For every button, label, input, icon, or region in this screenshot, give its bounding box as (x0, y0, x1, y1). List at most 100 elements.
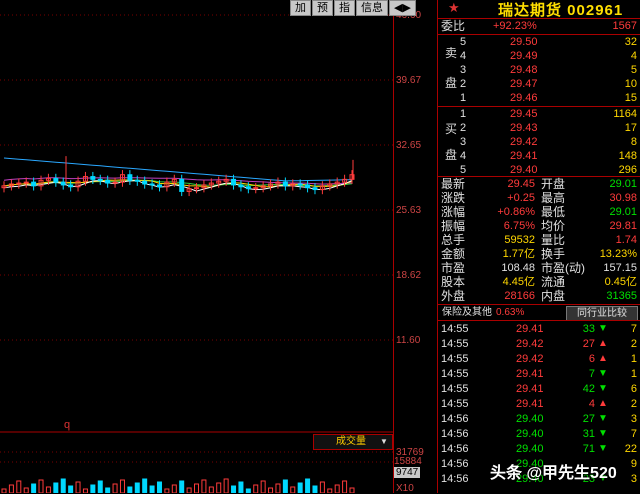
tick-row: 14:55 29.41 7 ▼ 1 (438, 367, 640, 381)
tick-price: 29.42 (516, 353, 544, 365)
candle-body (149, 183, 155, 186)
sell-level-row[interactable]: 3 29.48 5 (438, 63, 640, 77)
volume-axis-label: 9747 (394, 467, 421, 478)
level-price: 29.45 (510, 108, 538, 120)
price-axis-label: 32.65 (396, 140, 422, 151)
sell-level-row[interactable]: 5 29.50 32 (438, 35, 640, 49)
sell-level-row[interactable]: 1 29.46 15 (438, 91, 640, 105)
candle-body (305, 184, 311, 189)
toolbar-toggle-panel-button[interactable]: ◀▶ (389, 0, 416, 16)
tick-time: 14:56 (441, 443, 469, 455)
toolbar-alert-button[interactable]: 预 (312, 0, 333, 16)
stat-value: 29.01 (609, 178, 637, 190)
price-axis-label: 11.60 (396, 335, 421, 346)
toolbar-info-button[interactable]: 信息 (356, 0, 388, 16)
tick-count: 9 (630, 458, 637, 470)
tick-time: 14:55 (441, 353, 469, 365)
star-icon[interactable]: ★ (448, 0, 460, 16)
stat-value: 108.48 (501, 262, 535, 274)
stat-label: 流通 (541, 275, 566, 289)
buy-level-row[interactable]: 4 29.41 148 (438, 149, 640, 163)
arrow-up-icon: ▲ (598, 398, 608, 409)
sector-tabs: 保险及其他 0.63% 同行业比较 (438, 306, 640, 321)
volume-bar (208, 486, 214, 493)
toolbar-indicator-button[interactable]: 指 (334, 0, 355, 16)
arrow-down-icon: ▼ (598, 443, 608, 454)
tick-time: 14:55 (441, 368, 469, 380)
volume-bar (45, 486, 51, 493)
tab-industry-compare[interactable]: 同行业比较 (566, 306, 638, 321)
stat-label: 总手 (441, 233, 466, 247)
candle-body (142, 180, 148, 185)
stat-label: 涨幅 (441, 205, 466, 219)
sell-level-row[interactable]: 2 29.47 10 (438, 77, 640, 91)
volume-bar (53, 482, 59, 493)
tick-price: 29.42 (516, 338, 544, 350)
price-chart-svg[interactable] (0, 0, 394, 493)
volume-bar (68, 485, 74, 493)
candle-body (23, 181, 29, 184)
candle-body (134, 179, 140, 182)
buy-level-row[interactable]: 1 29.45 1164 (438, 107, 640, 121)
tick-time: 14:55 (441, 383, 469, 395)
kline-chart-area[interactable] (0, 0, 394, 493)
price-axis-label: 39.67 (396, 75, 422, 86)
buy-level-row[interactable]: 3 29.42 8 (438, 135, 640, 149)
quote-panel: ★ 瑞达期货 002961 委比 +92.23% 1567 卖 盘 5 29.50… (437, 0, 640, 493)
level-price: 29.46 (510, 92, 538, 104)
volume-bar (16, 480, 22, 493)
tick-row: 14:55 29.41 33 ▼ 7 (438, 322, 640, 336)
tick-row: 14:56 29.40 27 ▼ 3 (438, 412, 640, 426)
volume-indicator-select[interactable]: 成交量 ▼ (313, 434, 393, 450)
volume-bar (179, 480, 185, 493)
buy-level-row[interactable]: 2 29.43 17 (438, 121, 640, 135)
stat-row: 涨幅 +0.86% 最低 29.01 (438, 205, 640, 219)
level-number: 2 (460, 122, 467, 134)
tab-sector[interactable]: 保险及其他 (442, 306, 492, 319)
tick-price: 29.41 (516, 368, 544, 380)
stat-value: 1.74 (615, 234, 637, 246)
tick-price: 29.40 (516, 443, 544, 455)
watermark: 头条 @甲先生520 (490, 465, 617, 482)
candle-body (53, 177, 59, 183)
toolbar-add-button[interactable]: 加 (290, 0, 311, 16)
volume-bar (156, 481, 162, 493)
level-volume: 15 (624, 92, 637, 104)
volume-axis-label: X10 (396, 483, 414, 494)
stat-label: 开盘 (541, 177, 566, 191)
candle-body (97, 178, 103, 181)
tick-volume: 31 (582, 428, 595, 440)
level-volume: 32 (624, 36, 637, 48)
arrow-down-icon: ▼ (598, 413, 608, 424)
tick-volume: 33 (582, 323, 595, 335)
volume-bar (305, 478, 311, 493)
candle-body (282, 181, 288, 187)
tick-row: 14:55 29.41 4 ▲ 2 (438, 397, 640, 411)
candle-body (16, 182, 22, 185)
volume-bar (8, 484, 14, 493)
volume-bar (112, 483, 118, 493)
level-number: 4 (460, 150, 467, 162)
volume-bar (31, 483, 37, 493)
sell-level-row[interactable]: 4 29.49 4 (438, 49, 640, 63)
volume-bar (312, 485, 318, 493)
stat-label: 最低 (541, 205, 566, 219)
price-axis-label: 18.62 (396, 270, 422, 281)
volume-bar (38, 479, 44, 493)
buy-level-row[interactable]: 5 29.40 296 (438, 163, 640, 177)
stat-label: 市盈 (441, 261, 466, 275)
candle-body (105, 179, 111, 184)
volume-bar (119, 479, 125, 493)
level-volume: 296 (618, 164, 637, 176)
stat-value: 31365 (606, 290, 637, 302)
candle-body (60, 181, 66, 186)
stat-row: 总手 59532 量比 1.74 (438, 233, 640, 247)
price-axis-label: 25.63 (396, 205, 422, 216)
volume-bar (186, 487, 192, 493)
stat-value: 1.77亿 (502, 248, 535, 260)
volume-indicator-label: 成交量 (336, 436, 366, 447)
level-number: 2 (460, 78, 467, 90)
level-price: 29.43 (510, 122, 538, 134)
tick-price: 29.41 (516, 398, 544, 410)
stat-label: 股本 (441, 275, 466, 289)
